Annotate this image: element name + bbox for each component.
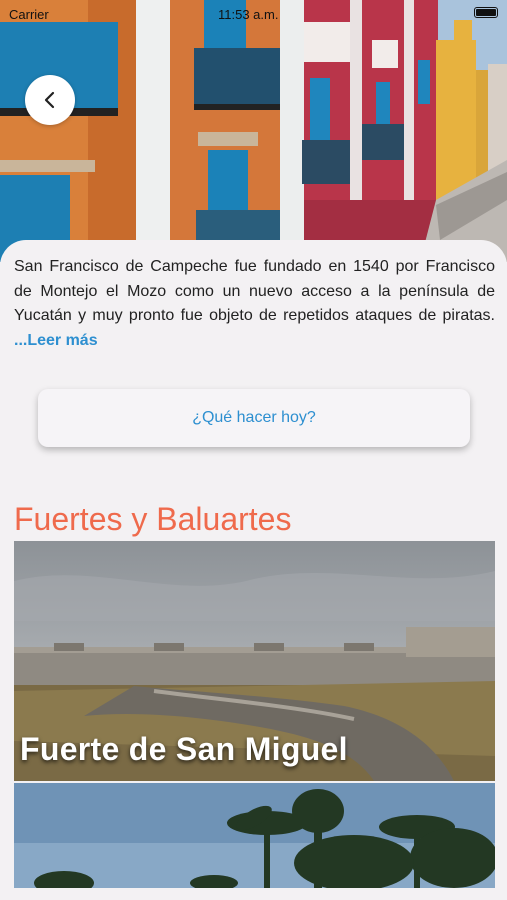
description-body: San Francisco de Campeche fue fundado en… bbox=[14, 258, 495, 324]
carrier-label: Carrier bbox=[9, 7, 49, 22]
back-button[interactable] bbox=[25, 75, 75, 125]
description-text: San Francisco de Campeche fue fundado en… bbox=[14, 255, 495, 353]
section-title: Fuertes y Baluartes bbox=[14, 501, 292, 537]
status-bar: Carrier 11:53 a.m. bbox=[0, 0, 507, 26]
battery-icon bbox=[474, 7, 498, 18]
what-to-do-today-button[interactable]: ¿Qué hacer hoy? bbox=[38, 389, 470, 447]
read-more-link[interactable]: ...Leer más bbox=[14, 332, 98, 349]
place-card-title: Fuerte de San Miguel bbox=[20, 731, 348, 767]
chevron-left-icon bbox=[44, 91, 55, 109]
place-card-2[interactable] bbox=[14, 783, 495, 888]
clock-label: 11:53 a.m. bbox=[218, 7, 279, 22]
hero-image bbox=[0, 0, 507, 262]
place-card-fuerte-san-miguel[interactable]: Fuerte de San Miguel bbox=[14, 541, 495, 781]
palm-trees-photo bbox=[14, 783, 495, 888]
